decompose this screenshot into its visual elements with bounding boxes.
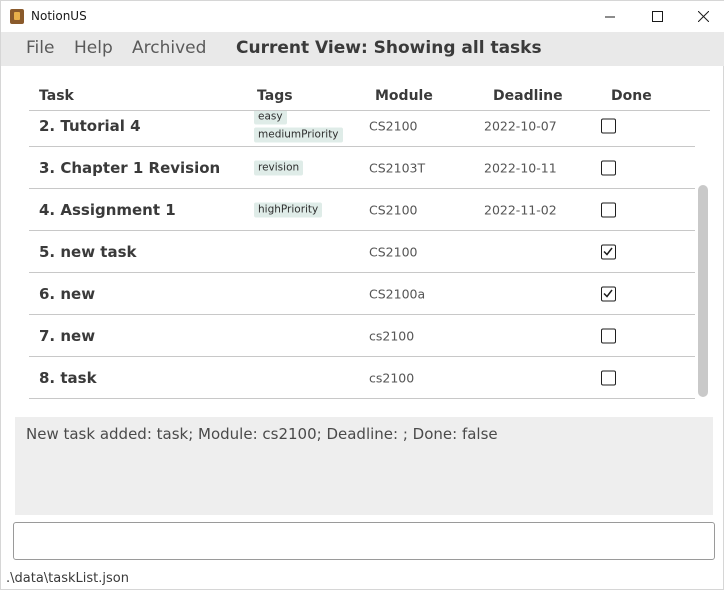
menu-archived[interactable]: Archived (132, 38, 206, 58)
menu-file[interactable]: File (26, 38, 54, 58)
status-bar-file-path: .\data\taskList.json (6, 571, 129, 586)
task-module: cs2100 (369, 370, 415, 385)
app-window: NotionUS File Help Archived Current View… (0, 0, 724, 590)
table-row[interactable]: 3. Chapter 1 Revision revision CS2103T 2022… (29, 147, 695, 189)
task-name: 3. Chapter 1 Revision (39, 158, 221, 177)
task-module: CS2100 (369, 118, 418, 133)
done-checkbox[interactable] (601, 328, 616, 343)
tag-label: revision (254, 160, 304, 175)
done-checkbox-checked[interactable] (601, 244, 616, 259)
task-module: CS2100 (369, 202, 418, 217)
done-checkbox[interactable] (601, 202, 616, 217)
task-tags: revision (254, 160, 304, 175)
menu-help[interactable]: Help (74, 38, 113, 58)
title-bar: NotionUS (1, 1, 724, 32)
tag-label: highPriority (254, 202, 323, 217)
maximize-icon (651, 11, 663, 22)
window-title: NotionUS (31, 9, 87, 23)
table-row[interactable]: 8. task cs2100 (29, 357, 695, 399)
table-row[interactable]: 2. Tutorial 4 easy mediumPriority CS2100 202… (29, 111, 695, 147)
task-deadline: 2022-10-11 (484, 160, 557, 175)
task-list[interactable]: 2. Tutorial 4 easy mediumPriority CS2100 202… (29, 111, 695, 401)
task-name: 6. new (39, 284, 96, 303)
done-checkbox-checked[interactable] (601, 286, 616, 301)
task-tags: easy mediumPriority (254, 111, 343, 142)
maximize-button[interactable] (634, 1, 680, 32)
tag-label: mediumPriority (254, 127, 343, 142)
task-name: 2. Tutorial 4 (39, 116, 141, 135)
tag-label: easy (254, 111, 287, 124)
task-name: 4. Assignment 1 (39, 200, 176, 219)
close-icon (697, 11, 709, 22)
app-icon (10, 9, 24, 24)
task-module: CS2100a (369, 286, 426, 301)
table-row[interactable]: 6. new CS2100a (29, 273, 695, 315)
table-row[interactable]: 5. new task CS2100 (29, 231, 695, 273)
done-checkbox[interactable] (601, 160, 616, 175)
task-name: 8. task (39, 368, 97, 387)
column-header-tags[interactable]: Tags (257, 88, 293, 104)
task-module: CS2103T (369, 160, 426, 175)
table-row[interactable]: 4. Assignment 1 highPriority CS2100 2022-11… (29, 189, 695, 231)
column-header-task[interactable]: Task (39, 88, 74, 104)
result-display: New task added: task; Module: cs2100; De… (15, 417, 713, 515)
task-deadline: 2022-10-07 (484, 118, 557, 133)
task-tags: highPriority (254, 202, 323, 217)
done-checkbox[interactable] (601, 370, 616, 385)
menu-bar: File Help Archived Current View: Showing… (1, 32, 724, 66)
minimize-icon (605, 16, 615, 17)
task-deadline: 2022-11-02 (484, 202, 557, 217)
close-button[interactable] (680, 1, 724, 32)
task-module: CS2100 (369, 244, 418, 259)
column-header-done[interactable]: Done (611, 88, 652, 104)
command-input[interactable] (13, 522, 715, 560)
checkmark-icon (603, 247, 613, 256)
task-table-header: Task Tags Module Deadline Done (29, 87, 710, 111)
task-module: cs2100 (369, 328, 415, 343)
checkmark-icon (603, 289, 613, 298)
task-name: 5. new task (39, 242, 137, 261)
column-header-module[interactable]: Module (375, 88, 433, 104)
table-row[interactable]: 7. new cs2100 (29, 315, 695, 357)
column-header-deadline[interactable]: Deadline (493, 88, 563, 104)
current-view-label: Current View: Showing all tasks (236, 38, 542, 58)
scrollbar-thumb[interactable] (698, 185, 708, 397)
minimize-button[interactable] (587, 1, 633, 32)
done-checkbox[interactable] (601, 118, 616, 133)
result-message: New task added: task; Module: cs2100; De… (26, 425, 498, 443)
task-name: 7. new (39, 326, 96, 345)
